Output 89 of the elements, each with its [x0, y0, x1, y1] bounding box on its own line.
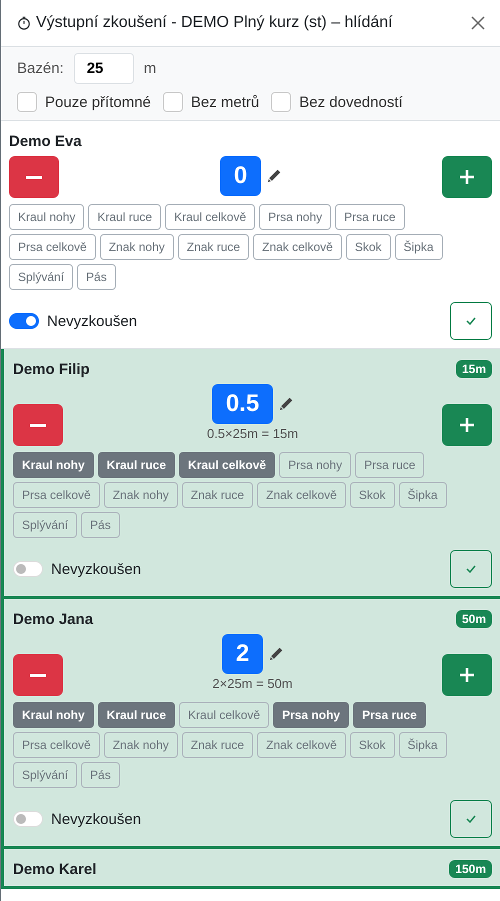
increase-button[interactable]	[442, 654, 492, 696]
student-name: Demo Eva	[9, 132, 82, 150]
toggle-switch[interactable]	[9, 313, 39, 329]
skill-toggle[interactable]: Znak ruce	[178, 234, 250, 260]
skill-toggle[interactable]: Znak nohy	[100, 234, 174, 260]
distance-badge: 15m	[456, 360, 492, 378]
confirm-button[interactable]	[450, 302, 492, 340]
skill-toggle[interactable]: Šipka	[394, 234, 443, 260]
checkbox-label: Bez metrů	[190, 94, 260, 110]
confirm-button[interactable]	[450, 800, 492, 838]
plus-icon	[459, 667, 475, 683]
skill-toggle[interactable]: Kraul ruce	[98, 452, 176, 478]
check-icon	[466, 565, 476, 573]
minus-icon	[26, 176, 42, 178]
skill-toggle[interactable]: Šipka	[398, 732, 447, 758]
length-count[interactable]: 0	[220, 156, 262, 196]
increase-button[interactable]	[442, 156, 492, 198]
toggle-label: Nevyzkoušen	[51, 810, 142, 828]
close-button[interactable]	[470, 15, 486, 31]
skill-toggle[interactable]: Prsa celkově	[13, 732, 100, 758]
pool-length-field[interactable]: 25	[74, 53, 134, 84]
skill-toggle[interactable]: Šipka	[398, 482, 447, 508]
check-icon	[466, 317, 476, 325]
student-name: Demo Jana	[13, 610, 94, 628]
student-name: Demo Filip	[13, 360, 90, 378]
skill-toggle[interactable]: Prsa celkově	[13, 482, 100, 508]
skill-toggle[interactable]: Prsa nohy	[279, 452, 352, 478]
toggle-label: Nevyzkoušen	[51, 560, 142, 578]
checkbox[interactable]	[162, 92, 183, 112]
window-title: Výstupní zkoušení - DEMO Plný kurz (st) – hlídání	[36, 14, 393, 32]
skill-toggle[interactable]: Znak celkově	[253, 234, 342, 260]
skill-toggle[interactable]: Kraul celkově	[179, 702, 270, 728]
toggle-label: Nevyzkoušen	[47, 312, 138, 330]
skill-toggle[interactable]: Prsa ruce	[335, 204, 405, 230]
skill-toggle[interactable]: Kraul nohy	[9, 204, 84, 230]
skill-toggle[interactable]: Znak celkově	[257, 732, 346, 758]
stopwatch-icon	[17, 16, 31, 30]
decrease-button[interactable]	[13, 404, 63, 446]
skill-toggle[interactable]: Prsa celkově	[9, 234, 96, 260]
skill-toggle[interactable]: Prsa nohy	[259, 204, 332, 230]
length-count[interactable]: 0.5	[212, 384, 274, 424]
skill-toggle[interactable]: Skok	[350, 732, 394, 758]
checkbox[interactable]	[271, 92, 292, 112]
skill-toggle[interactable]: Pás	[81, 762, 120, 788]
minus-icon	[30, 674, 46, 676]
check-icon	[466, 815, 476, 823]
increase-button[interactable]	[442, 404, 492, 446]
skill-toggle[interactable]: Prsa nohy	[273, 702, 350, 728]
skill-toggle[interactable]: Kraul celkově	[165, 204, 256, 230]
skill-toggle[interactable]: Pás	[81, 512, 120, 538]
pencil-icon[interactable]	[279, 397, 294, 411]
skill-toggle[interactable]: Znak nohy	[104, 732, 178, 758]
skill-toggle[interactable]: Znak celkově	[257, 482, 346, 508]
plus-icon	[458, 169, 475, 185]
distance-formula: 2×25m = 50m	[212, 676, 293, 691]
skill-toggle[interactable]: Prsa ruce	[353, 702, 426, 728]
skill-toggle[interactable]: Pás	[77, 264, 116, 290]
pencil-icon[interactable]	[267, 169, 282, 183]
plus-icon	[459, 417, 475, 433]
skill-toggle[interactable]: Kraul ruce	[88, 204, 162, 230]
student-name: Demo Karel	[13, 860, 96, 878]
skill-toggle[interactable]: Skok	[350, 482, 394, 508]
skill-toggle[interactable]: Splývání	[9, 264, 74, 290]
distance-formula: 0.5×25m = 15m	[206, 426, 298, 441]
skill-toggle[interactable]: Splývání	[13, 762, 78, 788]
checkbox[interactable]	[17, 92, 37, 112]
skill-toggle[interactable]: Znak ruce	[182, 482, 254, 508]
skill-toggle[interactable]: Znak ruce	[182, 732, 254, 758]
skill-toggle[interactable]: Znak nohy	[104, 482, 178, 508]
skill-toggle[interactable]: Kraul nohy	[13, 452, 94, 478]
checkbox-label: Bez dovedností	[299, 94, 403, 110]
distance-badge: 50m	[456, 610, 492, 628]
pool-label: Bazén:	[17, 60, 64, 77]
unit-label: m	[144, 60, 156, 77]
checkbox-label: Pouze přítomné	[45, 94, 151, 110]
close-icon	[470, 15, 486, 31]
distance-badge: 150m	[449, 860, 492, 878]
confirm-button[interactable]	[450, 550, 492, 588]
decrease-button[interactable]	[13, 654, 63, 696]
skill-toggle[interactable]: Skok	[346, 234, 390, 260]
length-count[interactable]: 2	[222, 634, 264, 674]
skill-toggle[interactable]: Splývání	[13, 512, 78, 538]
decrease-button[interactable]	[9, 156, 59, 198]
skill-toggle[interactable]: Kraul nohy	[13, 702, 94, 728]
pencil-icon[interactable]	[269, 647, 284, 661]
skill-toggle[interactable]: Kraul ruce	[98, 702, 176, 728]
skill-toggle[interactable]: Prsa ruce	[355, 452, 424, 478]
skill-toggle[interactable]: Kraul celkově	[179, 452, 276, 478]
minus-icon	[30, 424, 46, 426]
